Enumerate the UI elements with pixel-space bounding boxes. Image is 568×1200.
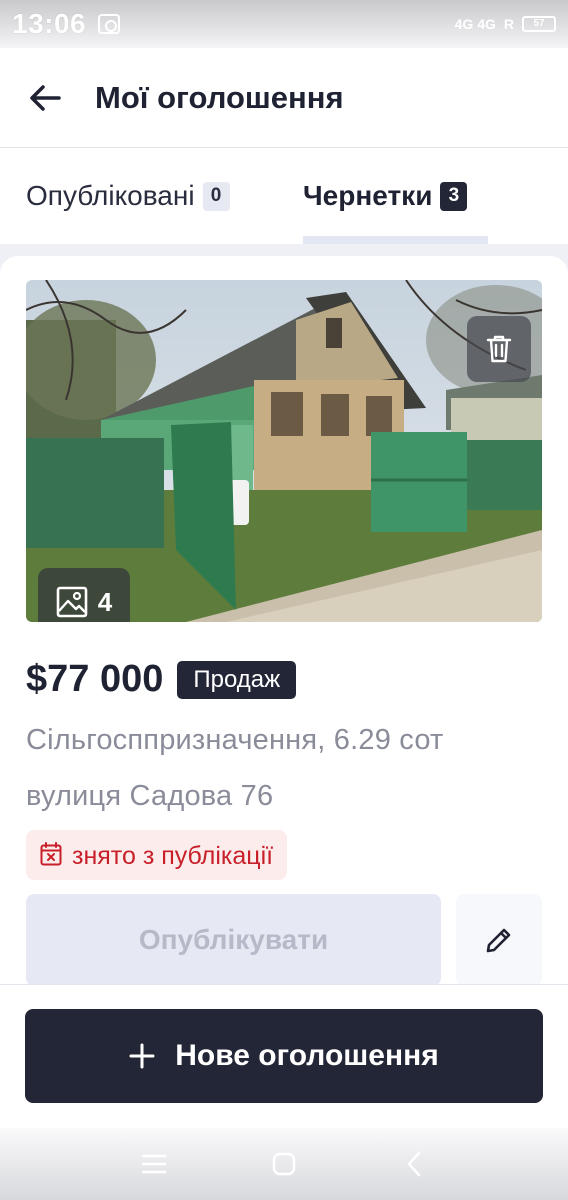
trash-icon xyxy=(486,335,512,363)
delete-button[interactable] xyxy=(467,316,531,382)
pencil-icon xyxy=(486,928,511,953)
chevron-left-icon xyxy=(407,1151,421,1177)
photo-count: 4 xyxy=(97,586,113,617)
deal-type-badge: Продаж xyxy=(177,660,297,699)
listing-card[interactable]: 4 $77 000 Продаж Сільгосппризначення, 6.… xyxy=(0,256,568,986)
tab-published[interactable]: Опубліковані 0 xyxy=(26,148,230,244)
active-tab-indicator xyxy=(303,236,488,244)
arrow-left-icon xyxy=(30,84,61,111)
tab-published-label: Опубліковані xyxy=(26,180,195,211)
status-time: 13:06 xyxy=(12,8,87,39)
roaming-indicator: R xyxy=(503,16,514,32)
tab-drafts-count: 3 xyxy=(440,181,468,211)
publish-button[interactable]: Опублікувати xyxy=(26,894,441,986)
price-row: $77 000 Продаж xyxy=(26,658,297,701)
new-ad-button[interactable]: Нове оголошення xyxy=(25,1009,543,1103)
status-text: знято з публікації xyxy=(72,842,274,870)
status-badge: знято з публікації xyxy=(26,830,288,880)
screenshot-icon xyxy=(98,14,121,34)
back-button[interactable] xyxy=(28,81,62,115)
app-header: Мої оголошення xyxy=(0,48,568,148)
nav-home-button[interactable] xyxy=(264,1144,304,1184)
nav-back-button[interactable] xyxy=(394,1144,434,1184)
plus-icon xyxy=(129,1043,155,1069)
listing-description: Сільгосппризначення, 6.29 сот xyxy=(26,724,444,756)
listing-address: вулиця Садова 76 xyxy=(26,780,274,812)
home-icon xyxy=(272,1152,296,1176)
network-indicator: 4G 4G xyxy=(454,16,496,32)
status-indicators: 4G 4G R 57 xyxy=(455,16,556,32)
menu-icon xyxy=(141,1154,167,1174)
image-icon xyxy=(56,586,88,618)
listing-price: $77 000 xyxy=(26,658,164,700)
edit-button[interactable] xyxy=(456,894,542,986)
listing-photo[interactable]: 4 xyxy=(26,280,542,622)
photo-count-badge: 4 xyxy=(38,568,130,622)
new-ad-label: Нове оголошення xyxy=(175,1039,439,1072)
status-bar: 13:06 4G 4G R 57 xyxy=(0,0,568,48)
calendar-x-icon xyxy=(40,842,62,866)
tab-drafts[interactable]: Чернетки 3 xyxy=(303,148,468,244)
tab-published-count: 0 xyxy=(202,181,230,211)
tab-drafts-label: Чернетки xyxy=(303,180,433,211)
system-nav-bar xyxy=(0,1128,568,1200)
battery-icon: 57 xyxy=(522,16,556,32)
page-title: Мої оголошення xyxy=(95,79,344,115)
tab-bar: Опубліковані 0 Чернетки 3 xyxy=(0,148,568,244)
nav-menu-button[interactable] xyxy=(134,1144,174,1184)
